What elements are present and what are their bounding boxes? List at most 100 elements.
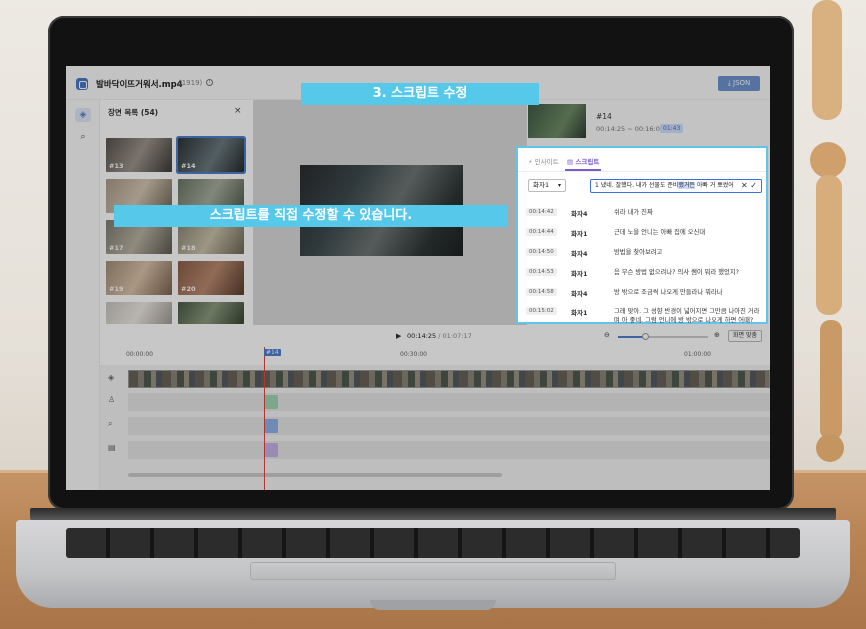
ruler-tick: 01:00:00 (684, 351, 711, 358)
detail-thumb (528, 104, 586, 138)
scene-detail: #14 00:14:25 ~ 00:16:09 01:43 (528, 100, 770, 146)
edit-text: 1 냈네. 잘했다. 내가 선물도 준비 (595, 182, 679, 189)
script-segment[interactable] (264, 443, 278, 457)
ruler-tick: 00:30:00 (400, 351, 427, 358)
speaker-select[interactable]: 화자1 ▾ (528, 179, 566, 192)
row-speaker: 화자4 (571, 290, 588, 298)
script-row[interactable]: 00:14:58 화자4 방 밖으로 조금씩 나오게 만들라나 뭐라나 (526, 285, 762, 303)
row-timestamp[interactable]: 00:14:44 (526, 228, 557, 236)
edit-text-selection: 했거든 (678, 182, 695, 189)
timeline-controls: ▶ 00:14:25 / 01:07:17 ⊖ ⊕ 화면 맞춤 (100, 325, 770, 347)
row-timestamp[interactable]: 00:14:50 (526, 248, 557, 256)
scene-thumb[interactable]: #13 (106, 138, 172, 172)
file-name: 발바닥이뜨거워서.mp4 (96, 80, 183, 90)
script-edit-input[interactable]: 1 냈네. 잘했다. 내가 선물도 준비했거든 아빠 거 뽀썼어 ✕ ✓ (590, 179, 762, 193)
scene-thumb[interactable] (106, 302, 172, 324)
left-rail: ◈ ⌕ (66, 100, 100, 490)
total-time: / 01:07:17 (438, 332, 472, 340)
time-readout: 00:14:25 / 01:07:17 (407, 332, 472, 340)
time-ruler: 00:00:00 00:30:00 01:00:00 (100, 347, 770, 365)
script-icon: ▤ (108, 443, 116, 452)
row-timestamp[interactable]: 00:14:58 (526, 288, 557, 296)
tab-underline (565, 169, 601, 171)
script-row[interactable]: 00:14:44 화자1 근데 노을 언니는 아빠 집에 오신대 (526, 225, 762, 243)
scene-thumb-label: #20 (181, 285, 196, 293)
confirm-icon[interactable]: ✓ (750, 181, 757, 190)
script-row[interactable]: 00:14:50 화자4 방법을 찾아보려고 (526, 245, 762, 263)
row-speaker: 화자1 (571, 230, 588, 238)
scene-list-title: 장면 목록 (54) (108, 108, 159, 117)
scene-thumb-label: #14 (181, 162, 196, 170)
script-row[interactable]: 00:14:53 화자1 음 무슨 방법 없으려나? 의사 쌤이 뭐라 했었지? (526, 265, 762, 283)
tab-insight-label: 인사이트 (534, 158, 559, 166)
detail-scene-id: #14 (596, 112, 612, 121)
search-scene-icon: ⌕ (108, 419, 113, 428)
scene-thumb[interactable]: #19 (106, 261, 172, 295)
panel-tabs: ⚡ 인사이트 ▤ 스크립트 (518, 148, 766, 172)
detail-duration-badge: 01:43 (660, 124, 684, 133)
speaker-select-value: 화자1 (533, 181, 550, 189)
info-icon[interactable]: i (206, 79, 213, 86)
row-speaker: 화자4 (571, 210, 588, 218)
scene-thumb-label: #17 (109, 244, 124, 252)
person-icon: ♙ (108, 395, 116, 404)
scene-thumb[interactable]: #20 (178, 261, 244, 295)
row-text[interactable]: 방법을 찾아보려고 (614, 248, 762, 257)
playhead-scene-tag: #14 (264, 349, 281, 356)
scene-thumb[interactable] (178, 302, 244, 324)
tab-insight[interactable]: ⚡ 인사이트 (528, 156, 559, 166)
laptop-trackpad (250, 562, 616, 580)
close-icon[interactable]: × (234, 106, 242, 116)
layers-icon: ◈ (108, 373, 115, 382)
current-time: 00:14:25 (407, 332, 437, 340)
scene-thumb-selected[interactable]: #14 (178, 138, 244, 172)
zoom-in-icon[interactable]: ⊕ (714, 331, 720, 339)
row-text[interactable]: 쉬라 내가 진짜 (614, 208, 762, 217)
timeline: ▶ 00:14:25 / 01:07:17 ⊖ ⊕ 화면 맞춤 00:00:00… (100, 325, 770, 490)
row-text[interactable]: 근데 노을 언니는 아빠 집에 오신대 (614, 228, 762, 237)
speaker-segment[interactable] (264, 395, 278, 409)
playhead[interactable] (264, 347, 265, 490)
row-timestamp[interactable]: 00:14:42 (526, 208, 557, 216)
edit-text: 아빠 거 뽀썼어 (694, 182, 734, 189)
zoom-out-icon[interactable]: ⊖ (604, 331, 610, 339)
layers-icon[interactable]: ◈ (75, 108, 91, 122)
script-track[interactable] (128, 441, 770, 459)
json-label: JSON (733, 79, 751, 87)
laptop-keyboard (66, 528, 800, 558)
script-panel: ⚡ 인사이트 ▤ 스크립트 화자1 ▾ 1 냈네. 잘했다. 내가 선물도 준비했… (516, 146, 768, 324)
scene-thumb-label: #13 (109, 162, 124, 170)
step-title-overlay: 3. 스크립트 수정 (301, 83, 539, 105)
row-text[interactable]: 음 무슨 방법 없으려나? 의사 쌤이 뭐라 했었지? (614, 268, 762, 277)
search-scene-icon[interactable]: ⌕ (75, 130, 91, 144)
row-speaker: 화자1 (571, 309, 588, 317)
tab-script[interactable]: ▤ 스크립트 (567, 156, 599, 166)
zoom-slider-knob[interactable] (642, 333, 649, 340)
cancel-icon[interactable]: ✕ (741, 181, 748, 190)
fit-screen-button[interactable]: 화면 맞춤 (728, 330, 762, 342)
script-row[interactable]: 00:14:42 화자4 쉬라 내가 진짜 (526, 205, 762, 223)
row-text[interactable]: 그래 맞아. 그 성향 반경이 넓어지면 그만큼 나아진 거라며 아 좋네. 그… (614, 307, 762, 325)
row-text[interactable]: 방 밖으로 조금씩 나오게 만들라나 뭐라나 (614, 288, 762, 297)
chevron-down-icon: ▾ (557, 182, 561, 189)
script-row[interactable]: 00:15:02 화자1 그래 맞아. 그 성향 반경이 넓어지면 그만큼 나아진 … (526, 304, 762, 324)
scene-filmstrip-track[interactable] (128, 370, 770, 388)
scene-thumb-label: #19 (109, 285, 124, 293)
speaker-track[interactable] (128, 393, 770, 411)
ruler-tick: 00:00:00 (126, 351, 153, 358)
edit-actions: ✕ ✓ (738, 180, 757, 192)
horizontal-scrollbar[interactable] (128, 473, 502, 477)
detail-time-range: 00:14:25 ~ 00:16:09 (596, 125, 664, 133)
row-speaker: 화자4 (571, 250, 588, 258)
zoom-slider-fill (618, 336, 645, 338)
app-logo (76, 78, 88, 90)
row-timestamp[interactable]: 00:15:02 (526, 307, 557, 315)
insight-segment[interactable] (264, 419, 278, 433)
caption-overlay: 스크립트를 직접 수정할 수 있습니다. (114, 205, 508, 227)
scene-thumb-label: #18 (181, 244, 196, 252)
zoom-slider[interactable] (618, 333, 708, 340)
json-export-button[interactable]: ⤓ JSON (718, 76, 760, 91)
play-icon[interactable]: ▶ (396, 332, 401, 340)
insight-track[interactable] (128, 417, 770, 435)
row-timestamp[interactable]: 00:14:53 (526, 268, 557, 276)
